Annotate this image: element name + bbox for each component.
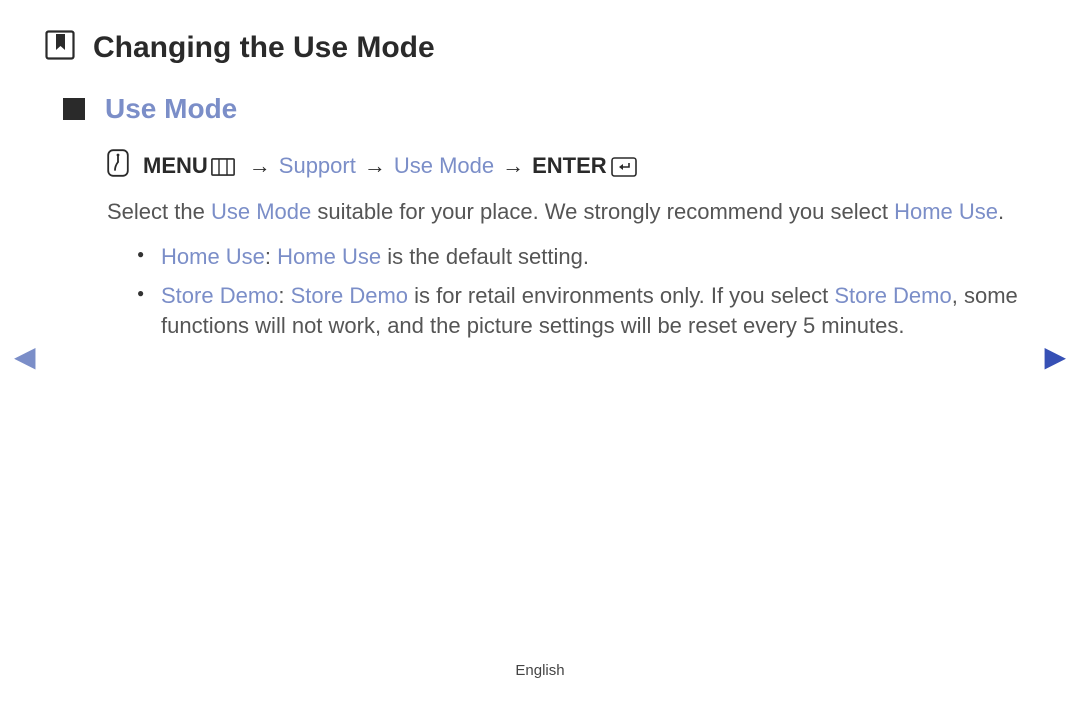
store-demo-label-2: Store Demo	[291, 283, 408, 308]
page-title-row: Changing the Use Mode	[45, 30, 1035, 65]
intro-pre: Select the	[107, 199, 211, 224]
home-use-rest: is the default setting.	[381, 244, 589, 269]
store-demo-label: Store Demo	[161, 283, 278, 308]
list-item: Store Demo: Store Demo is for retail env…	[137, 281, 1035, 343]
bookmark-icon	[45, 30, 75, 65]
intro-use-mode: Use Mode	[211, 199, 311, 224]
enter-label: ENTER	[532, 153, 607, 179]
sep: :	[265, 244, 277, 269]
intro-paragraph: Select the Use Mode suitable for your pl…	[107, 197, 1035, 228]
path-support: Support	[279, 153, 356, 179]
enter-icon	[611, 157, 637, 183]
arrow-icon: →	[249, 153, 271, 179]
section-block-icon	[63, 98, 85, 120]
intro-post: .	[998, 199, 1004, 224]
bullet-list: Home Use: Home Use is the default settin…	[137, 242, 1035, 342]
menu-path: MENU → Support → Use Mode → ENTER	[107, 149, 1035, 183]
sep: :	[278, 283, 290, 308]
menu-icon	[211, 156, 235, 182]
footer-language: English	[0, 662, 1080, 679]
store-demo-mid: is for retail environments only. If you …	[408, 283, 834, 308]
nav-next-arrow[interactable]: ▶	[1044, 340, 1066, 373]
arrow-icon: →	[364, 153, 386, 179]
store-demo-label-3: Store Demo	[834, 283, 951, 308]
home-use-label-2: Home Use	[277, 244, 381, 269]
arrow-icon: →	[502, 153, 524, 179]
manual-page: Changing the Use Mode Use Mode MENU	[0, 0, 1080, 705]
intro-mid: suitable for your place. We strongly rec…	[311, 199, 894, 224]
page-title: Changing the Use Mode	[93, 31, 435, 65]
home-use-label: Home Use	[161, 244, 265, 269]
remote-icon	[107, 149, 129, 183]
section-heading: Use Mode	[105, 93, 237, 125]
nav-prev-arrow[interactable]: ◀	[14, 340, 36, 373]
menu-label: MENU	[143, 153, 208, 179]
intro-home-use: Home Use	[894, 199, 998, 224]
path-use-mode: Use Mode	[394, 153, 494, 179]
content-body: MENU → Support → Use Mode → ENTER	[107, 149, 1035, 342]
section-heading-row: Use Mode	[63, 93, 1035, 125]
list-item: Home Use: Home Use is the default settin…	[137, 242, 1035, 273]
